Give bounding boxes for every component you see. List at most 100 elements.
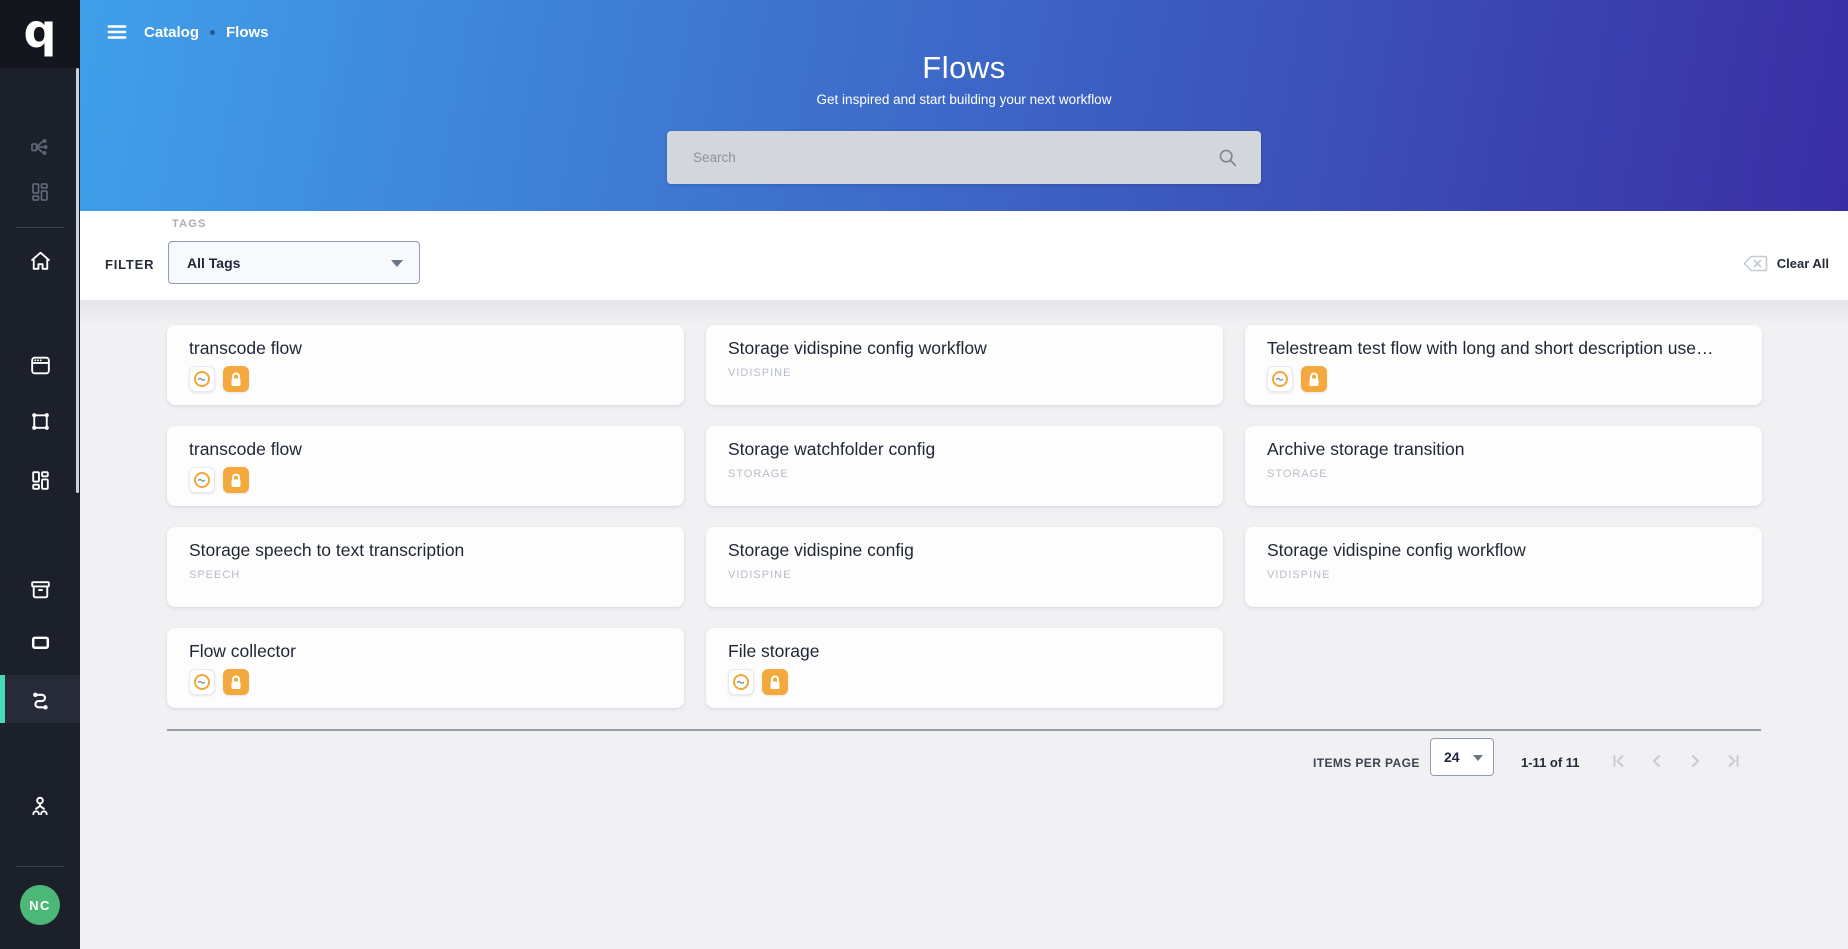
flow-card[interactable]: Flow collector (167, 628, 684, 708)
chevron-left-icon (1648, 752, 1666, 770)
flow-card-badges (189, 467, 664, 493)
flow-card-tag: STORAGE (728, 468, 1203, 480)
flow-card[interactable]: Storage vidispine config workflow VIDISP… (706, 325, 1223, 405)
flow-card[interactable]: Telestream test flow with long and short… (1245, 325, 1762, 405)
wave-circle-icon (728, 669, 754, 695)
search-input[interactable] (667, 131, 1261, 184)
flow-card[interactable]: Archive storage transition STORAGE (1245, 426, 1762, 506)
lock-icon (223, 669, 249, 695)
sidebar: q (0, 0, 80, 949)
items-per-page-label: ITEMS PER PAGE (1313, 756, 1420, 770)
flow-card-grid: transcode flow (167, 325, 1763, 708)
bounding-box-icon (28, 409, 53, 434)
tags-dropdown-value: All Tags (187, 255, 240, 271)
wave-circle-icon (189, 669, 215, 695)
wave-circle-icon (189, 467, 215, 493)
last-page-button[interactable] (1724, 752, 1742, 770)
backspace-icon (1743, 255, 1768, 272)
flow-card-tag: VIDISPINE (1267, 569, 1742, 581)
flow-card-title: Storage vidispine config (728, 540, 1203, 561)
previous-page-button[interactable] (1648, 752, 1666, 770)
sidebar-item-components[interactable] (0, 456, 80, 504)
flow-card-title: Storage vidispine config workflow (728, 338, 1203, 359)
flow-card-tag: VIDISPINE (728, 367, 1203, 379)
flow-card-title: Flow collector (189, 641, 664, 662)
logo-q-icon: q (24, 8, 57, 54)
flow-card[interactable]: Storage watchfolder config STORAGE (706, 426, 1223, 506)
app-logo[interactable]: q (0, 0, 80, 68)
flow-card-title: Archive storage transition (1267, 439, 1742, 460)
sidebar-item-integrations[interactable] (0, 123, 80, 171)
sidebar-item-modules[interactable] (0, 168, 80, 216)
flow-card-title: transcode flow (189, 439, 664, 460)
wave-circle-icon (189, 366, 215, 392)
pagination-range: 1-11 of 11 (1521, 755, 1580, 770)
breadcrumb-catalog[interactable]: Catalog (144, 24, 199, 41)
flow-card-title: Storage vidispine config workflow (1267, 540, 1742, 561)
pagination-controls (1610, 752, 1742, 770)
lock-icon (762, 669, 788, 695)
results-section: transcode flow (80, 300, 1848, 949)
modules-icon (28, 180, 52, 204)
filter-label: FILTER (105, 257, 154, 272)
flow-card-badges (189, 366, 664, 392)
breadcrumb: Catalog Flows (144, 21, 269, 43)
integrations-icon (28, 135, 52, 159)
chevron-down-icon (391, 260, 403, 267)
page-header: Catalog Flows Flows Get inspired and sta… (80, 0, 1848, 211)
sidebar-divider (16, 866, 64, 867)
flow-card-tag: STORAGE (1267, 468, 1742, 480)
search-bar (667, 131, 1261, 184)
card-icon (28, 630, 53, 655)
hamburger-icon (106, 21, 128, 43)
first-page-icon (1610, 752, 1628, 770)
next-page-button[interactable] (1686, 752, 1704, 770)
chevron-right-icon (1686, 752, 1704, 770)
sidebar-item-home[interactable] (0, 236, 80, 284)
wave-circle-icon (1267, 366, 1293, 392)
flow-card[interactable]: transcode flow (167, 426, 684, 506)
lock-icon (223, 467, 249, 493)
flow-card-badges (728, 669, 1203, 695)
archive-box-icon (28, 577, 53, 602)
flow-card[interactable]: File storage (706, 628, 1223, 708)
results-divider (167, 729, 1761, 731)
search-icon[interactable] (1217, 147, 1239, 169)
flow-card-title: File storage (728, 641, 1203, 662)
flow-card[interactable]: Storage speech to text transcription SPE… (167, 527, 684, 607)
sidebar-item-flows[interactable] (0, 675, 80, 723)
flow-card[interactable]: transcode flow (167, 325, 684, 405)
breadcrumb-flows[interactable]: Flows (226, 24, 269, 41)
flow-card-tag: VIDISPINE (728, 569, 1203, 581)
menu-button[interactable] (105, 20, 129, 44)
first-page-button[interactable] (1610, 752, 1628, 770)
flow-card-tag: SPEECH (189, 569, 664, 581)
sidebar-item-users[interactable] (0, 782, 80, 830)
sidebar-item-frames[interactable] (0, 397, 80, 445)
flow-card-badges (1267, 366, 1742, 392)
sidebar-item-archive[interactable] (0, 565, 80, 613)
flow-card[interactable]: Storage vidispine config VIDISPINE (706, 527, 1223, 607)
sidebar-divider (16, 227, 64, 228)
chevron-down-icon (1473, 755, 1483, 761)
clear-all-label: Clear All (1777, 256, 1829, 271)
filter-bar: FILTER TAGS All Tags Clear All (80, 211, 1848, 300)
page-subtitle: Get inspired and start building your nex… (80, 92, 1848, 107)
clear-all-button[interactable]: Clear All (1743, 251, 1829, 275)
sidebar-item-applications[interactable] (0, 341, 80, 389)
tags-dropdown[interactable]: All Tags (168, 241, 420, 284)
flow-card-badges (189, 669, 664, 695)
flow-card-title: Telestream test flow with long and short… (1267, 338, 1742, 359)
flow-card[interactable]: Storage vidispine config workflow VIDISP… (1245, 527, 1762, 607)
tags-label: TAGS (172, 218, 207, 230)
sidebar-item-panels[interactable] (0, 618, 80, 666)
page-title: Flows (80, 50, 1848, 86)
page-size-dropdown[interactable]: 24 (1430, 738, 1494, 776)
users-icon (27, 793, 53, 819)
home-icon (28, 248, 53, 273)
browser-window-icon (28, 353, 53, 378)
user-avatar[interactable]: NC (20, 885, 60, 925)
lock-icon (1301, 366, 1327, 392)
last-page-icon (1724, 752, 1742, 770)
sidebar-scrollbar[interactable] (76, 68, 79, 493)
